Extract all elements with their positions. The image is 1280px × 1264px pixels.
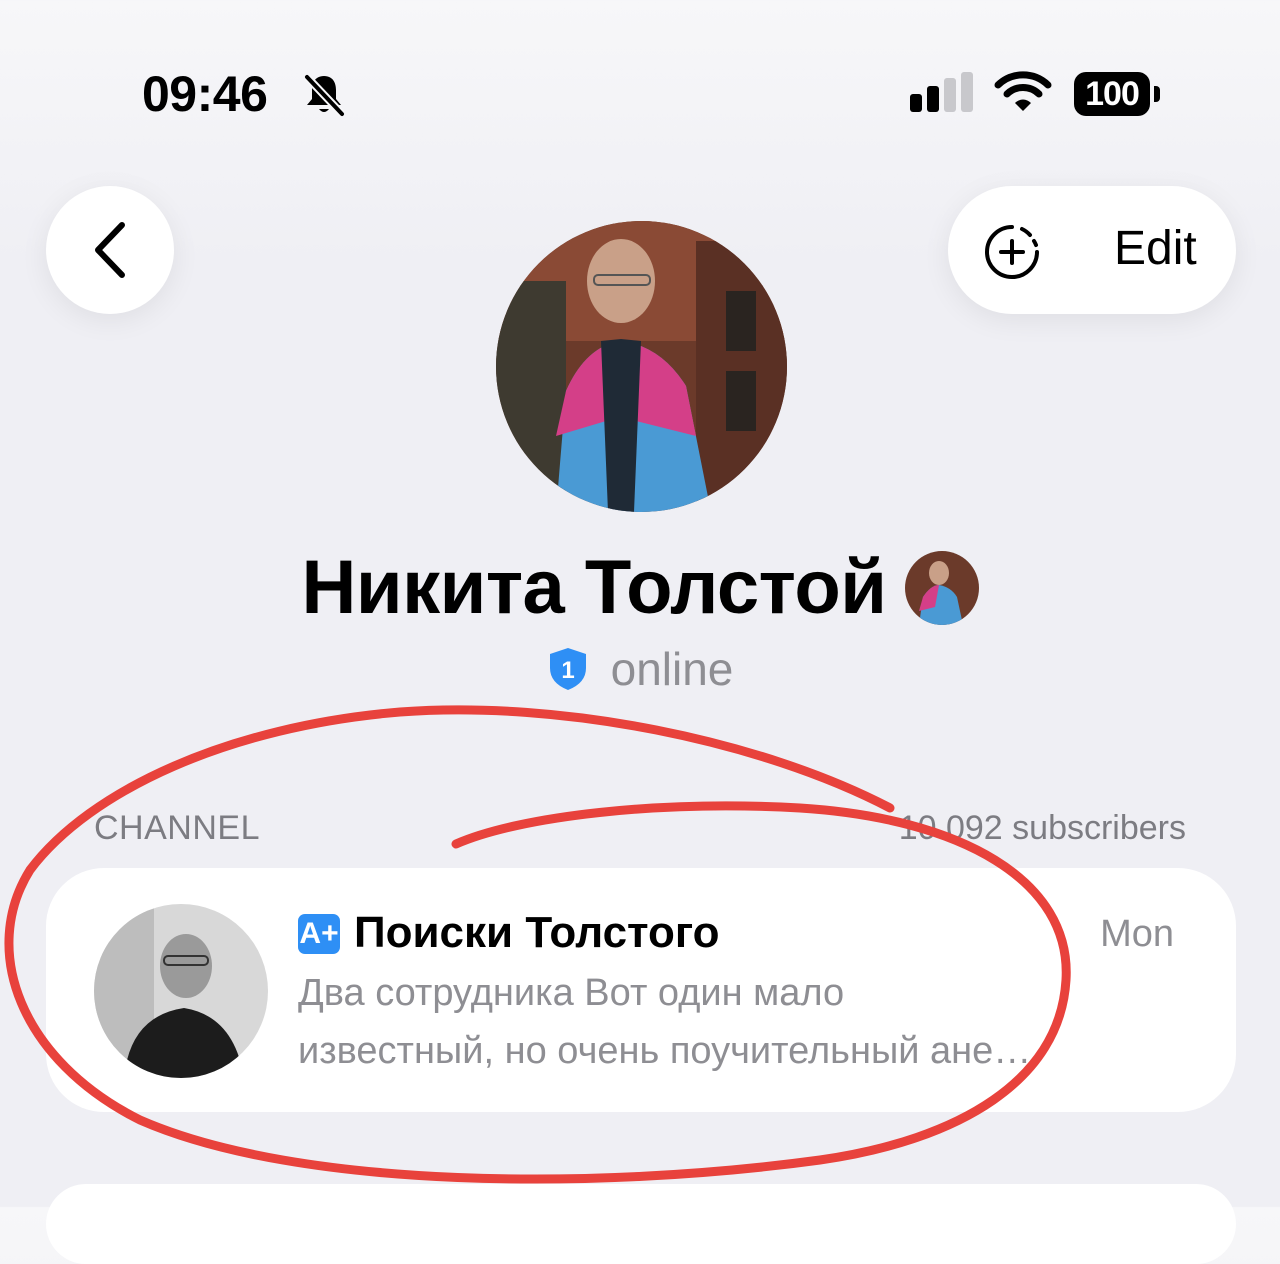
chevron-left-icon	[95, 222, 125, 278]
status-time: 09:46	[142, 66, 268, 122]
wifi-icon	[994, 71, 1052, 111]
channel-avatar	[94, 904, 268, 1078]
channel-preview: Два сотрудника Вот один мало известный, …	[298, 964, 1178, 1080]
subscribers-count: 10 092 subscribers	[898, 809, 1186, 847]
profile-name: Никита Толстой	[301, 545, 887, 630]
channel-section-header: CHANNEL	[94, 809, 260, 847]
channel-preview-line: Два сотрудника Вот один мало	[298, 972, 845, 1014]
battery-icon: 100	[1074, 72, 1150, 116]
cellular-signal-icon	[910, 72, 973, 112]
name-row: Никита Толстой	[0, 540, 1280, 636]
bell-slash-icon	[304, 74, 345, 117]
channel-title: Поиски Толстого	[354, 908, 720, 957]
top-actions: Edit	[948, 186, 1236, 314]
channel-badge: A+	[298, 914, 340, 954]
back-button[interactable]	[46, 186, 174, 314]
channel-card[interactable]: A+ Поиски Толстого Mon Два сотрудника Во…	[46, 868, 1236, 1112]
emoji-status-avatar[interactable]	[904, 551, 979, 625]
shield-badge-number: 1	[561, 657, 574, 684]
channel-preview-line: известный, но очень поучительный ане…	[298, 1030, 1032, 1072]
shield-badge-icon: 1	[549, 648, 586, 690]
online-status: online	[610, 643, 734, 695]
add-story-button[interactable]	[982, 222, 1042, 282]
battery-tip	[1154, 86, 1160, 102]
next-card	[46, 1184, 1236, 1264]
channel-last-post-time: Mon	[1100, 913, 1174, 955]
edit-button[interactable]: Edit	[1114, 220, 1197, 278]
profile-avatar[interactable]	[496, 221, 787, 512]
status-row: 1 online	[0, 640, 1280, 698]
